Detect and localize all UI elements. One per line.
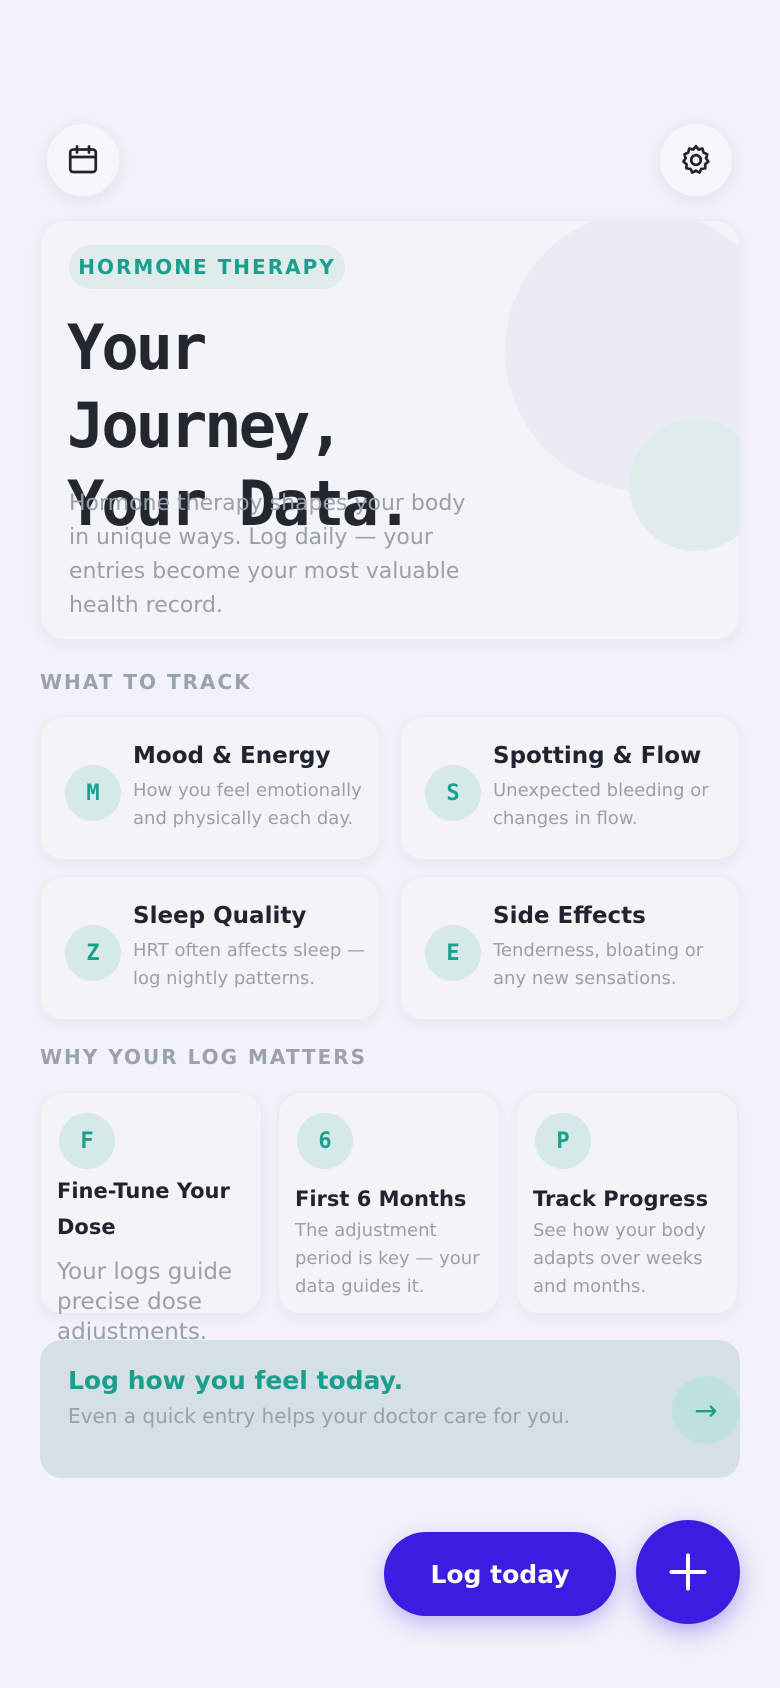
badge-progress: P: [535, 1113, 591, 1169]
badge-spotting: S: [425, 765, 481, 821]
log-prompt-card[interactable]: Log how you feel today. Even a quick ent…: [40, 1340, 740, 1478]
section-label-track: WHAT TO TRACK: [40, 670, 252, 694]
calendar-button[interactable]: [46, 123, 120, 197]
gear-icon: [682, 144, 710, 174]
track-card-desc: Tenderness, bloating or any new sensatio…: [493, 940, 704, 989]
track-card-title: Sleep Quality: [133, 903, 307, 929]
track-card-title: Spotting & Flow: [493, 743, 702, 769]
why-card-desc: See how your body adapts over weeks and …: [533, 1220, 706, 1297]
arrow-right-icon[interactable]: →: [672, 1376, 740, 1444]
track-card-sleep[interactable]: Z Sleep Quality HRT often affects sleep …: [40, 876, 380, 1020]
track-card-spotting[interactable]: S Spotting & Flow Unexpected bleeding or…: [400, 716, 740, 860]
track-card-desc: HRT often affects sleep — log nightly pa…: [133, 940, 365, 989]
badge-sleep: Z: [65, 925, 121, 981]
track-card-title: Mood & Energy: [133, 743, 331, 769]
add-entry-button[interactable]: [636, 1520, 740, 1624]
plus-icon: [669, 1553, 707, 1591]
calendar-icon: [68, 145, 98, 174]
why-card-desc: The adjustment period is key — your data…: [295, 1220, 480, 1297]
why-card-title: Track Progress: [533, 1187, 709, 1211]
hero-title-line1: Your Journey,: [67, 311, 345, 462]
badge-mood: M: [65, 765, 121, 821]
why-card-title: Fine-Tune Your Dose: [57, 1179, 230, 1239]
log-today-button[interactable]: Log today: [384, 1532, 616, 1616]
track-card-desc: Unexpected bleeding or changes in flow.: [493, 780, 709, 829]
badge-dose: F: [59, 1113, 115, 1169]
track-card-mood[interactable]: M Mood & Energy How you feel emotionally…: [40, 716, 380, 860]
why-card-six-months[interactable]: 6 First 6 Months The adjustment period i…: [278, 1092, 500, 1314]
settings-button[interactable]: [659, 123, 733, 197]
track-card-desc: How you feel emotionally and physically …: [133, 780, 362, 829]
badge-side-effects: E: [425, 925, 481, 981]
why-card-title: First 6 Months: [295, 1187, 467, 1211]
badge-six-months: 6: [297, 1113, 353, 1169]
track-card-side-effects[interactable]: E Side Effects Tenderness, bloating or a…: [400, 876, 740, 1020]
why-card-dose[interactable]: F Fine-Tune Your Dose Your logs guide pr…: [40, 1092, 262, 1345]
section-label-why: WHY YOUR LOG MATTERS: [40, 1045, 368, 1069]
category-tag: HORMONE THERAPY: [69, 245, 345, 289]
hero-card: HORMONE THERAPY Your Journey, Your Data.…: [40, 220, 740, 640]
why-card-progress[interactable]: P Track Progress See how your body adapt…: [516, 1092, 738, 1314]
track-card-title: Side Effects: [493, 903, 646, 929]
hero-description: Hormone therapy shapes your body in uniq…: [69, 491, 466, 618]
why-card-desc: Your logs guide precise dose adjustments…: [57, 1259, 233, 1345]
log-prompt-subtitle: Even a quick entry helps your doctor car…: [68, 1404, 571, 1428]
log-prompt-title: Log how you feel today.: [68, 1366, 404, 1395]
